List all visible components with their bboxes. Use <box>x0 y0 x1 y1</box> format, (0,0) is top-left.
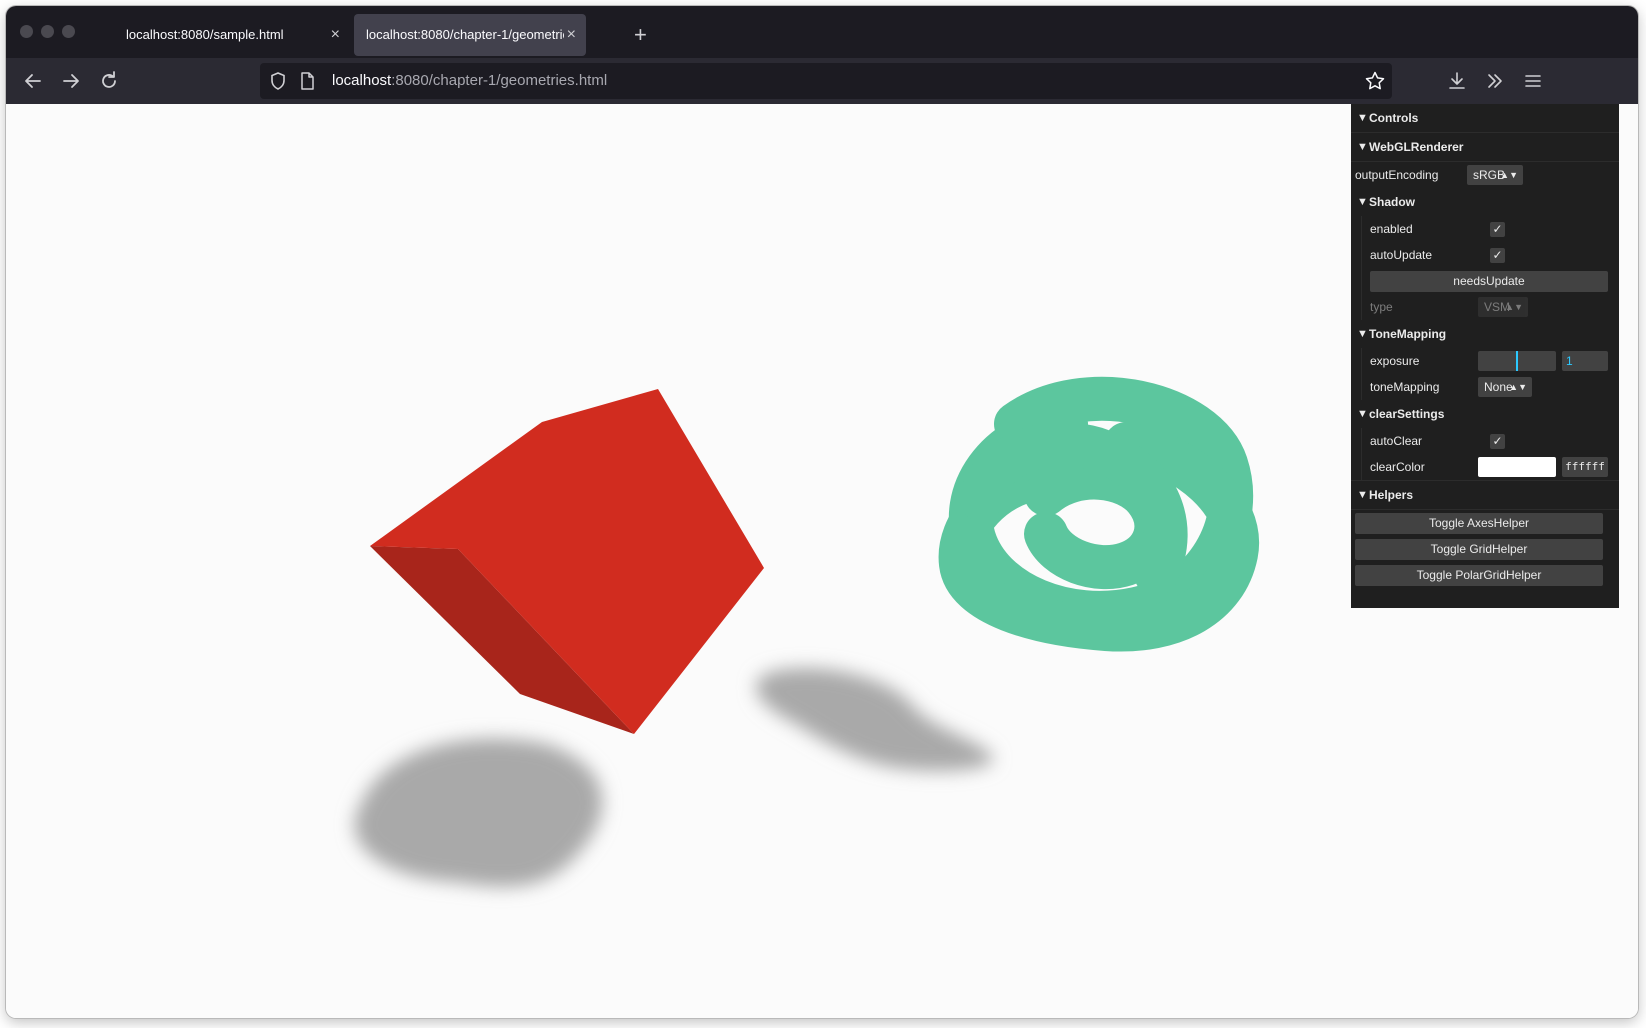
auto-update-checkbox[interactable]: ✓ <box>1490 248 1505 263</box>
folder-clearsettings[interactable]: ▼ clearSettings <box>1351 400 1619 428</box>
folder-title: clearSettings <box>1369 407 1445 421</box>
folder-tonemapping[interactable]: ▼ ToneMapping <box>1351 320 1619 348</box>
folder-title: ToneMapping <box>1369 327 1447 341</box>
output-encoding-select[interactable]: sRGB ▲▼ <box>1467 165 1523 185</box>
tab-label: localhost:8080/sample.html <box>126 27 284 42</box>
forward-icon[interactable] <box>58 68 84 94</box>
close-tab-icon[interactable]: × <box>331 14 340 56</box>
checkmark-icon: ✓ <box>1492 434 1503 448</box>
tab-bar: localhost:8080/sample.html × localhost:8… <box>6 6 1638 58</box>
enabled-checkbox[interactable]: ✓ <box>1490 222 1505 237</box>
folder-shadow[interactable]: ▼ Shadow <box>1351 188 1619 216</box>
checkmark-icon: ✓ <box>1492 222 1503 236</box>
overflow-chevrons-icon[interactable] <box>1482 68 1508 94</box>
folder-controls[interactable]: ▼ Controls <box>1351 104 1619 132</box>
exposure-slider[interactable] <box>1478 351 1556 371</box>
tab-label: localhost:8080/chapter-1/geometries.html <box>366 27 564 42</box>
auto-clear-checkbox[interactable]: ✓ <box>1490 434 1505 449</box>
checkmark-icon: ✓ <box>1492 248 1503 262</box>
type-select[interactable]: VSM ▲▼ <box>1478 297 1528 317</box>
controls-panel: ▼ Controls ▼ WebGLRenderer outputEncodin… <box>1351 104 1619 608</box>
clear-color-value: ffffff <box>1565 460 1605 473</box>
reload-icon[interactable] <box>96 68 122 94</box>
nav-bar: localhost:8080/chapter-1/geometries.html <box>6 58 1638 104</box>
row-clear-color: clearColor ffffff <box>1370 454 1619 480</box>
browser-window: localhost:8080/sample.html × localhost:8… <box>6 6 1638 1018</box>
chevron-down-icon: ▼ <box>1357 141 1368 153</box>
cube-shadow <box>354 738 603 887</box>
exposure-value: 1 <box>1566 354 1573 368</box>
select-arrows-icon: ▲▼ <box>1509 382 1527 392</box>
minimize-window-dot[interactable] <box>41 25 54 38</box>
bookmark-star-icon[interactable] <box>1364 70 1386 97</box>
folder-title: Controls <box>1369 111 1419 125</box>
enabled-label: enabled <box>1370 222 1413 236</box>
select-arrows-icon: ▲▼ <box>1505 302 1523 312</box>
clearsettings-contents: autoClear ✓ clearColor ffffff <box>1361 428 1619 480</box>
url-text[interactable]: localhost:8080/chapter-1/geometries.html <box>332 63 607 99</box>
folder-webglrenderer[interactable]: ▼ WebGLRenderer <box>1351 133 1619 161</box>
row-auto-clear: autoClear ✓ <box>1370 428 1619 454</box>
chevron-down-icon: ▼ <box>1357 112 1368 124</box>
hamburger-menu-icon[interactable] <box>1520 68 1546 94</box>
tab-geometries[interactable]: localhost:8080/chapter-1/geometries.html… <box>354 14 586 56</box>
url-host: localhost <box>332 72 392 89</box>
tonemapping-contents: exposure 1 toneMapping None ▲▼ <box>1361 348 1619 400</box>
url-path: :8080/chapter-1/geometries.html <box>391 72 608 89</box>
clear-color-label: clearColor <box>1370 460 1425 474</box>
needs-update-button[interactable]: needsUpdate <box>1370 271 1608 292</box>
output-encoding-label: outputEncoding <box>1355 168 1439 182</box>
knot-shadow <box>756 668 994 771</box>
zoom-window-dot[interactable] <box>62 25 75 38</box>
toggle-grid-helper-button[interactable]: Toggle GridHelper <box>1355 539 1603 560</box>
clear-color-input[interactable]: ffffff <box>1562 457 1608 477</box>
exposure-input[interactable]: 1 <box>1562 351 1608 371</box>
torus-knot <box>938 376 1260 652</box>
tab-sample[interactable]: localhost:8080/sample.html × <box>114 14 350 56</box>
folder-helpers[interactable]: ▼ Helpers <box>1351 481 1619 509</box>
row-tone-mapping: toneMapping None ▲▼ <box>1370 374 1619 400</box>
toggle-polar-grid-helper-button[interactable]: Toggle PolarGridHelper <box>1355 565 1603 586</box>
webgl-canvas[interactable]: ▼ Controls ▼ WebGLRenderer outputEncodin… <box>6 104 1638 1018</box>
row-auto-update: autoUpdate ✓ <box>1370 242 1619 268</box>
close-window-dot[interactable] <box>20 25 33 38</box>
chevron-down-icon: ▼ <box>1357 489 1368 501</box>
folder-title: WebGLRenderer <box>1369 140 1464 154</box>
chevron-down-icon: ▼ <box>1357 196 1368 208</box>
page-icon[interactable] <box>298 71 316 96</box>
new-tab-button[interactable]: + <box>634 14 647 56</box>
tone-mapping-label: toneMapping <box>1370 380 1440 394</box>
row-enabled: enabled ✓ <box>1370 216 1619 242</box>
row-exposure: exposure 1 <box>1370 348 1619 374</box>
folder-title: Shadow <box>1369 195 1416 209</box>
close-tab-icon[interactable]: × <box>567 14 576 56</box>
type-label: type <box>1370 300 1393 314</box>
row-toggle-polar: Toggle PolarGridHelper <box>1355 562 1619 588</box>
row-needs-update: needsUpdate <box>1370 268 1619 294</box>
row-type: type VSM ▲▼ <box>1370 294 1619 320</box>
download-icon[interactable] <box>1444 68 1470 94</box>
clear-color-swatch[interactable] <box>1478 457 1556 477</box>
shield-icon[interactable] <box>268 71 288 96</box>
chevron-down-icon: ▼ <box>1357 408 1368 420</box>
exposure-label: exposure <box>1370 354 1420 368</box>
folder-title: Helpers <box>1369 488 1414 502</box>
url-bar[interactable]: localhost:8080/chapter-1/geometries.html <box>260 63 1392 99</box>
select-arrows-icon: ▲▼ <box>1500 170 1518 180</box>
toggle-axes-helper-button[interactable]: Toggle AxesHelper <box>1355 513 1603 534</box>
row-toggle-grid: Toggle GridHelper <box>1355 536 1619 562</box>
exposure-slider-thumb[interactable] <box>1516 351 1518 371</box>
row-output-encoding: outputEncoding sRGB ▲▼ <box>1355 162 1619 188</box>
back-icon[interactable] <box>20 68 46 94</box>
auto-clear-label: autoClear <box>1370 434 1423 448</box>
shadow-contents: enabled ✓ autoUpdate ✓ needsUpdate type … <box>1361 216 1619 320</box>
auto-update-label: autoUpdate <box>1370 248 1433 262</box>
chevron-down-icon: ▼ <box>1357 328 1368 340</box>
row-toggle-axes: Toggle AxesHelper <box>1355 510 1619 536</box>
tone-mapping-select[interactable]: None ▲▼ <box>1478 377 1532 397</box>
